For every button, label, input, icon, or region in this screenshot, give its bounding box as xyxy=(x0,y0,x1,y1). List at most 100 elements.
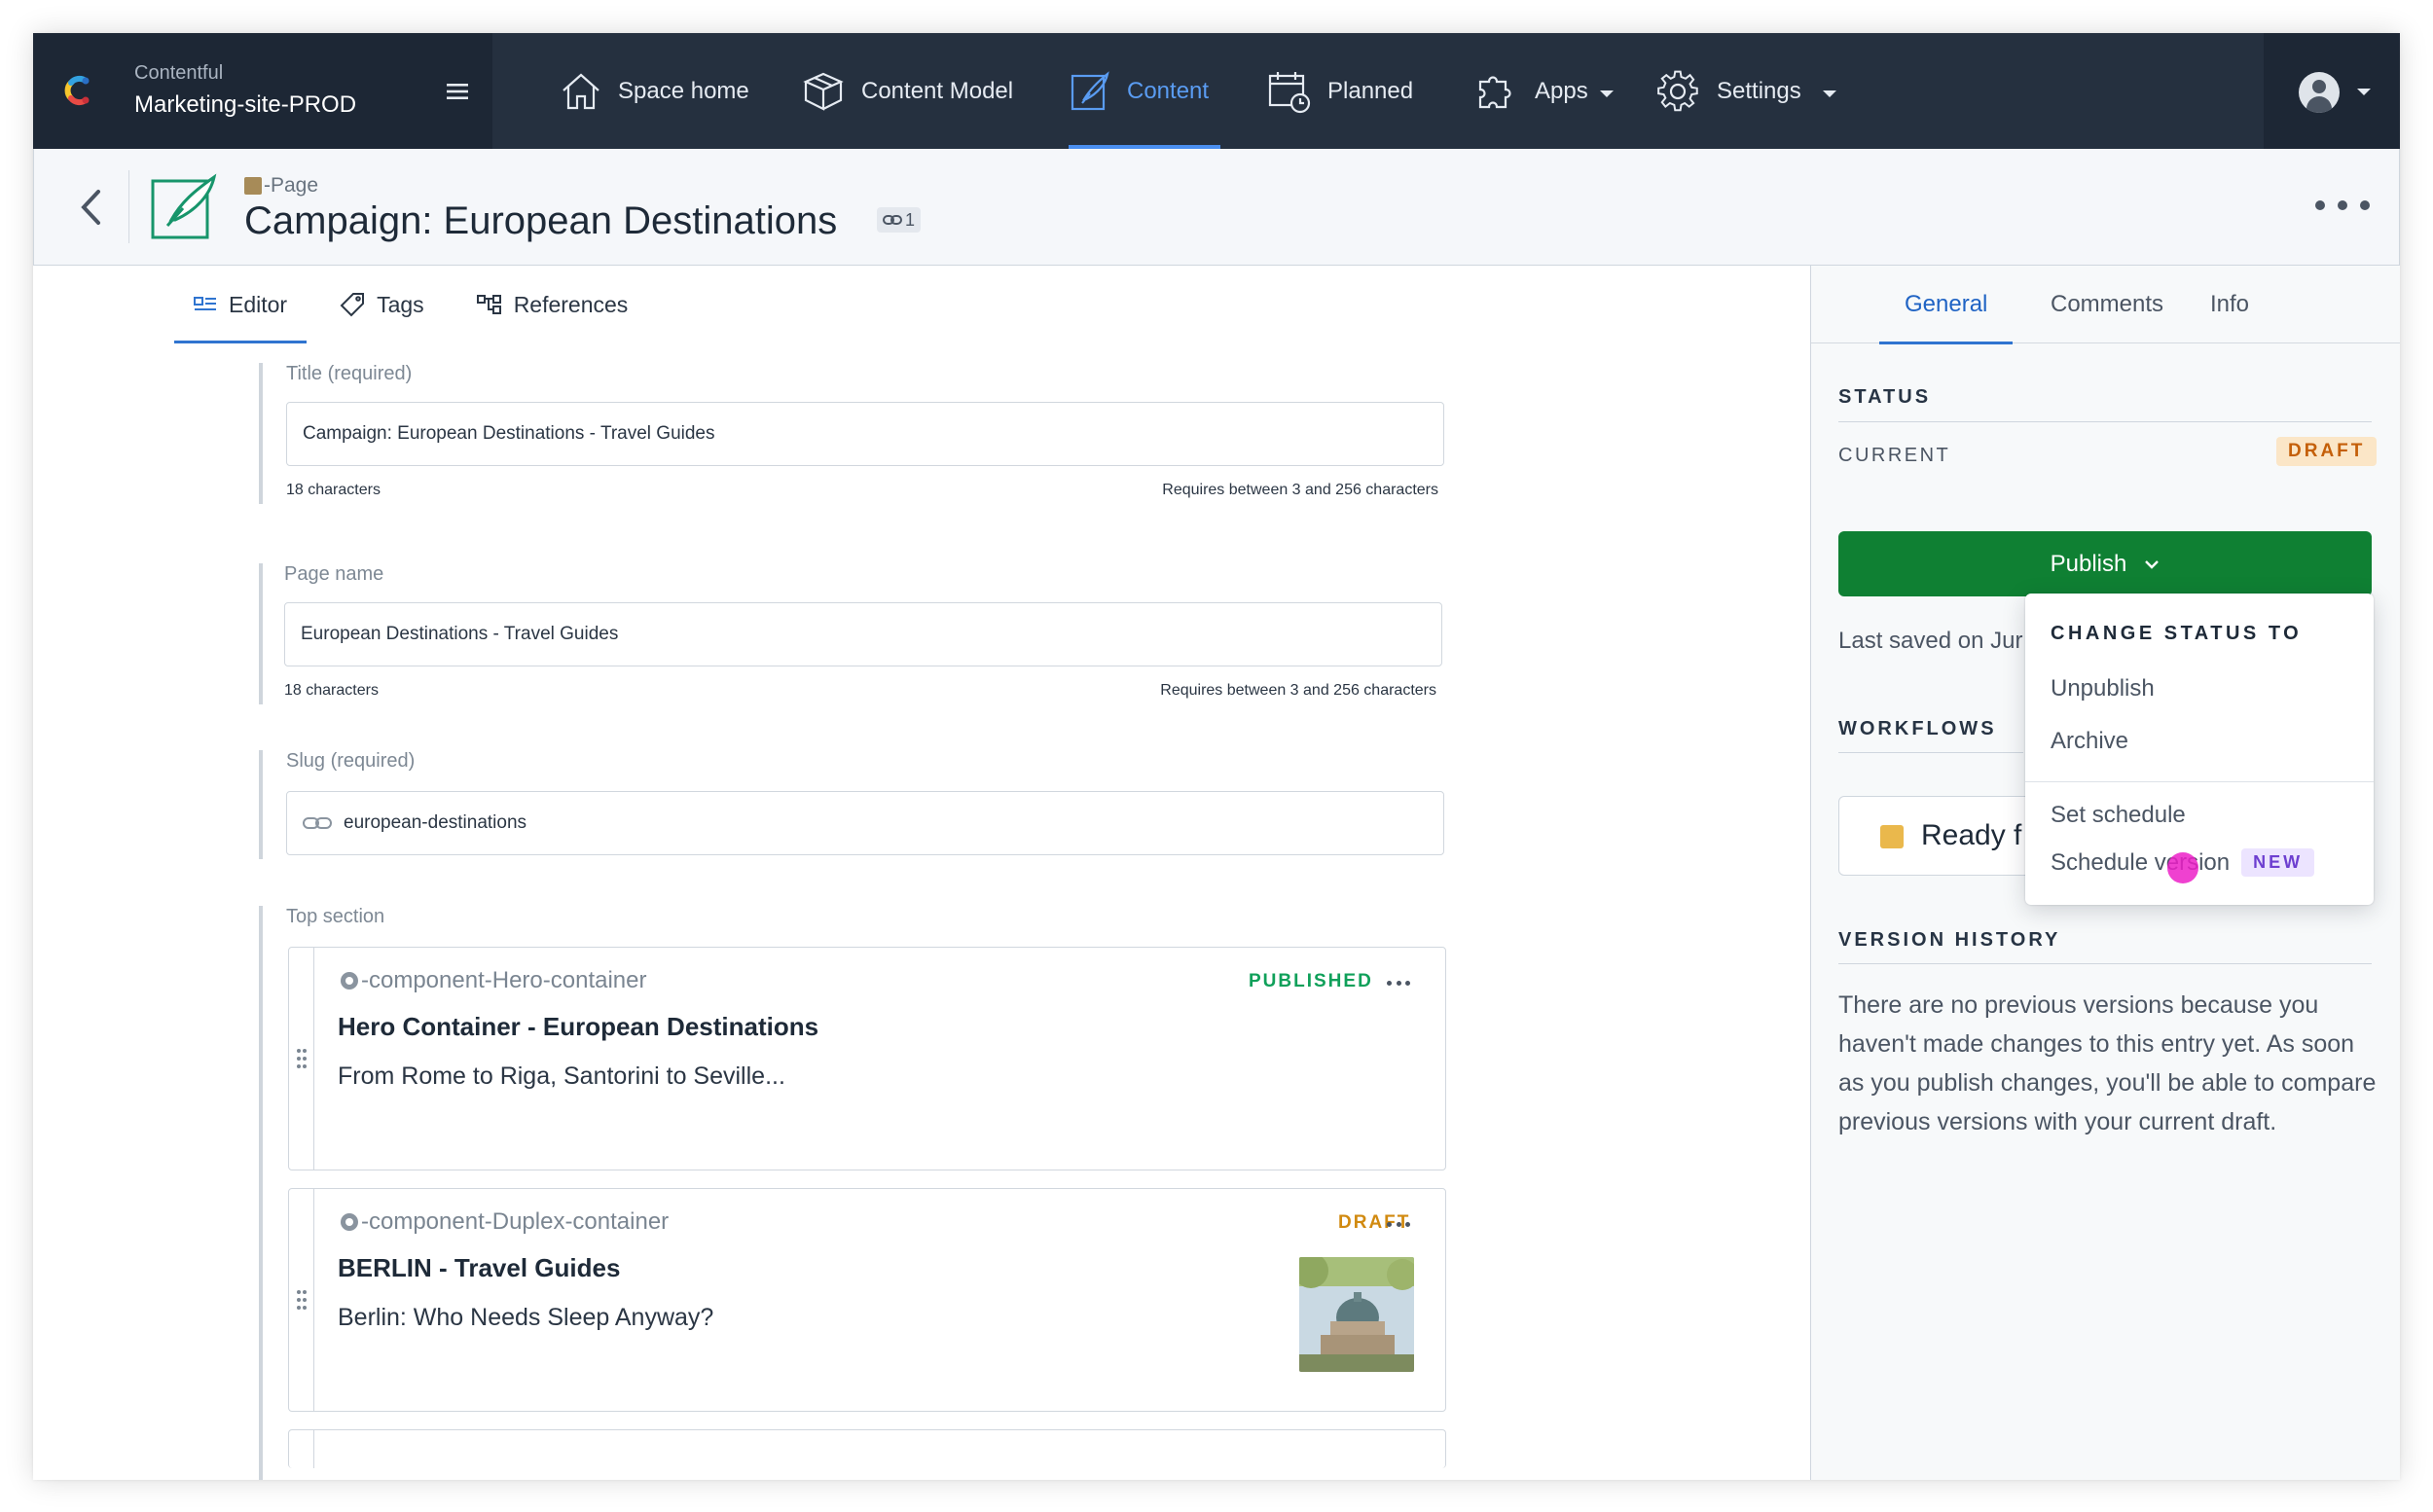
reference-card[interactable]: -component-Duplex-container DRAFT BERLIN… xyxy=(288,1188,1446,1412)
space-switcher[interactable]: Contentful Marketing-site-PROD xyxy=(33,33,492,149)
tab-references[interactable]: References xyxy=(457,266,648,343)
tab-label: Tags xyxy=(377,291,424,317)
version-history-text: There are no previous versions because y… xyxy=(1838,991,2377,1135)
nav-apps[interactable]: Apps xyxy=(1472,33,1614,149)
divider xyxy=(1838,963,2372,964)
field-label: Top section xyxy=(286,906,385,927)
slug-input[interactable]: european-destinations xyxy=(286,791,1444,855)
nav-content[interactable]: Content xyxy=(1069,33,1221,149)
page-name-input[interactable]: European Destinations - Travel Guides xyxy=(284,602,1442,666)
card-title: BERLIN - Travel Guides xyxy=(338,1253,621,1282)
title-input[interactable]: Campaign: European Destinations - Travel… xyxy=(286,402,1444,466)
references-icon xyxy=(476,295,501,314)
character-count: 18 characters xyxy=(286,482,381,498)
current-label: CURRENT xyxy=(1838,445,1951,466)
avatar xyxy=(2299,72,2340,113)
more-actions-icon[interactable] xyxy=(2315,192,2370,219)
card-description: Berlin: Who Needs Sleep Anyway? xyxy=(338,1304,714,1331)
editor-tabs: Editor Tags References xyxy=(174,266,661,343)
top-navigation: Contentful Marketing-site-PROD Space hom… xyxy=(33,33,2400,149)
nav-content-model[interactable]: Content Model xyxy=(801,33,1013,149)
tab-general[interactable]: General xyxy=(1878,266,2014,344)
content-type-name: -Page xyxy=(264,174,319,197)
gear-icon xyxy=(341,1213,358,1231)
publish-button[interactable]: Publish xyxy=(1838,531,2372,596)
menu-item-unpublish[interactable]: Unpublish xyxy=(2051,675,2155,702)
version-history-heading: VERSION HISTORY xyxy=(1838,929,2061,951)
nav-label: Planned xyxy=(1327,77,1414,104)
menu-item-archive[interactable]: Archive xyxy=(2051,728,2128,755)
drag-handle-icon[interactable] xyxy=(289,1189,314,1411)
tab-editor[interactable]: Editor xyxy=(174,266,308,343)
slug-value: european-destinations xyxy=(344,812,527,833)
field-label: Slug (required) xyxy=(286,750,416,772)
card-content-type: -component-Hero-container xyxy=(338,967,646,994)
status-badge: DRAFT xyxy=(2276,437,2378,466)
home-icon xyxy=(563,73,599,109)
card-menu-icon[interactable] xyxy=(1387,1222,1410,1227)
workflows-heading: WORKFLOWS xyxy=(1838,718,1997,739)
chevron-left-icon xyxy=(80,189,100,225)
workflow-state-icon xyxy=(1880,825,1904,848)
card-title: Hero Container - European Destinations xyxy=(338,1012,819,1041)
chevron-down-icon xyxy=(1822,90,1836,97)
nav-label: Settings xyxy=(1717,77,1801,104)
entry-header: -Page Campaign: European Destinations 1 xyxy=(33,149,2400,266)
change-status-dropdown: CHANGE STATUS TO Unpublish Archive Set s… xyxy=(2025,594,2374,905)
menu-item-label: Schedule version xyxy=(2051,848,2231,876)
new-badge: NEW xyxy=(2241,848,2315,877)
sidebar-tabs: General Comments Info xyxy=(1811,266,2400,344)
validation-hint: Requires between 3 and 256 characters xyxy=(1160,682,1436,699)
nav-planned[interactable]: Planned xyxy=(1267,33,1413,149)
workflow-state-label: Ready f xyxy=(1921,819,2022,851)
dropdown-divider xyxy=(2025,781,2374,782)
app-window: Contentful Marketing-site-PROD Space hom… xyxy=(33,33,2400,1480)
validation-hint: Requires between 3 and 256 characters xyxy=(1162,482,1438,498)
nav-label: Content xyxy=(1127,77,1210,104)
top-section-field: Top section -component-Hero-container PU… xyxy=(259,906,1475,1480)
card-menu-icon[interactable] xyxy=(1387,981,1410,986)
status-heading: STATUS xyxy=(1838,386,1932,408)
slug-field: Slug (required) european-destinations xyxy=(259,750,1475,859)
link-icon xyxy=(883,215,902,225)
tab-tags[interactable]: Tags xyxy=(320,266,444,343)
chevron-down-icon xyxy=(2145,559,2160,569)
user-menu[interactable] xyxy=(2264,33,2400,149)
page-title: Campaign: European Destinations xyxy=(244,199,838,242)
references-badge[interactable]: 1 xyxy=(877,207,922,233)
reference-card[interactable]: -component-Hero-container PUBLISHED Hero… xyxy=(288,947,1446,1170)
title-field: Title (required) Campaign: European Dest… xyxy=(259,363,1475,504)
dropdown-heading: CHANGE STATUS TO xyxy=(2051,623,2303,644)
tab-comments[interactable]: Comments xyxy=(2051,266,2163,343)
character-count: 18 characters xyxy=(284,682,379,699)
chevron-down-icon xyxy=(1599,90,1614,97)
space-org-label: Contentful xyxy=(134,62,224,84)
nav-label: Space home xyxy=(618,77,749,104)
back-button[interactable] xyxy=(52,170,129,243)
last-saved-text: Last saved on Jur xyxy=(1838,628,2023,654)
entry-editor: Editor Tags References Title (required) … xyxy=(33,266,1810,1480)
edit-icon xyxy=(1071,70,1109,110)
puzzle-icon xyxy=(1478,75,1511,108)
status-badge: PUBLISHED xyxy=(1249,971,1373,991)
contentful-logo-icon xyxy=(64,75,90,106)
chevron-down-icon xyxy=(2357,89,2371,95)
tab-label: Editor xyxy=(229,291,288,317)
page-name-field: Page name European Destinations - Travel… xyxy=(259,563,1475,704)
drag-handle-icon[interactable] xyxy=(289,948,314,1170)
cathedral-thumbnail-image xyxy=(1299,1257,1414,1372)
card-content-type: -component-Duplex-container xyxy=(338,1208,669,1236)
tab-info[interactable]: Info xyxy=(2210,266,2249,343)
gear-icon xyxy=(1657,70,1698,111)
divider xyxy=(1838,752,2023,753)
references-count: 1 xyxy=(905,209,916,230)
divider xyxy=(1838,421,2372,422)
mouse-cursor-indicator xyxy=(2167,852,2198,883)
menu-icon[interactable] xyxy=(445,79,470,104)
nav-label: Apps xyxy=(1535,77,1588,104)
nav-settings[interactable]: Settings xyxy=(1654,33,1836,149)
tab-label: References xyxy=(513,291,629,317)
menu-item-set-schedule[interactable]: Set schedule xyxy=(2051,802,2186,829)
nav-space-home[interactable]: Space home xyxy=(560,33,749,149)
reference-card[interactable] xyxy=(288,1429,1446,1468)
